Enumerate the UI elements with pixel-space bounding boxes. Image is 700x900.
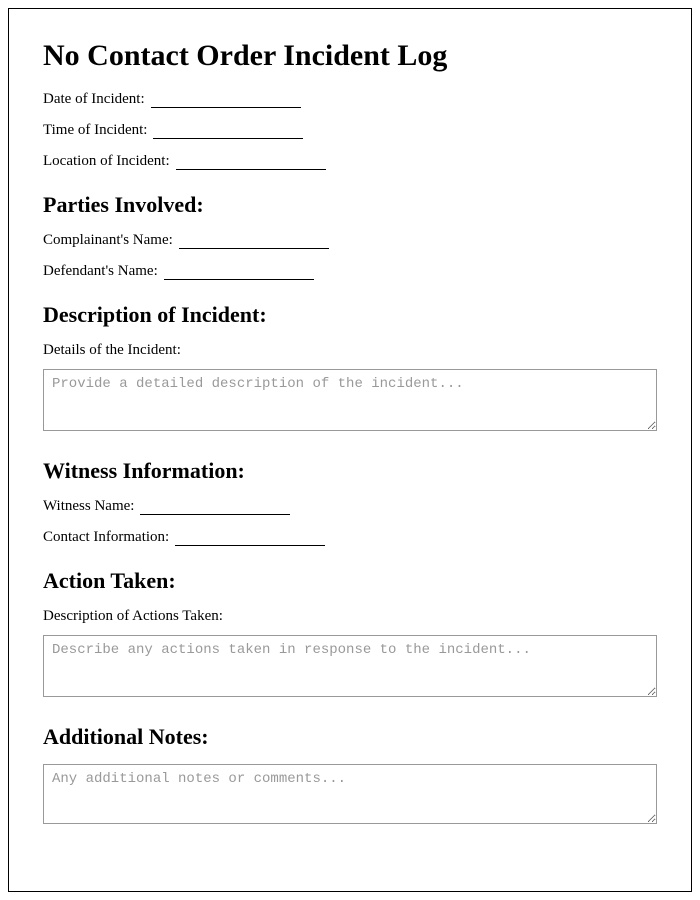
defendant-input-line[interactable] — [164, 264, 314, 281]
date-label: Date of Incident: — [43, 91, 145, 108]
details-textarea[interactable] — [43, 369, 657, 431]
time-label: Time of Incident: — [43, 122, 147, 139]
witness-contact-label: Contact Information: — [43, 529, 169, 546]
witness-name-label: Witness Name: — [43, 498, 134, 515]
parties-heading: Parties Involved: — [43, 192, 657, 218]
witness-heading: Witness Information: — [43, 458, 657, 484]
complainant-input-line[interactable] — [179, 233, 329, 250]
time-input-line[interactable] — [153, 123, 303, 140]
date-input-line[interactable] — [151, 92, 301, 109]
defendant-label: Defendant's Name: — [43, 263, 158, 280]
form-container: No Contact Order Incident Log Date of In… — [8, 8, 692, 892]
witness-contact-input-line[interactable] — [175, 530, 325, 547]
action-heading: Action Taken: — [43, 568, 657, 594]
complainant-label: Complainant's Name: — [43, 232, 173, 249]
time-field-row: Time of Incident: — [43, 122, 657, 139]
witness-name-input-line[interactable] — [140, 499, 290, 516]
action-desc-textarea[interactable] — [43, 635, 657, 697]
action-desc-label: Description of Actions Taken: — [43, 608, 657, 625]
witness-name-field-row: Witness Name: — [43, 498, 657, 515]
complainant-field-row: Complainant's Name: — [43, 232, 657, 249]
description-heading: Description of Incident: — [43, 302, 657, 328]
location-input-line[interactable] — [176, 154, 326, 171]
notes-heading: Additional Notes: — [43, 724, 657, 750]
notes-textarea[interactable] — [43, 764, 657, 824]
location-field-row: Location of Incident: — [43, 153, 657, 170]
witness-contact-field-row: Contact Information: — [43, 529, 657, 546]
page-title: No Contact Order Incident Log — [43, 39, 657, 73]
details-label: Details of the Incident: — [43, 342, 657, 359]
location-label: Location of Incident: — [43, 153, 170, 170]
defendant-field-row: Defendant's Name: — [43, 263, 657, 280]
date-field-row: Date of Incident: — [43, 91, 657, 108]
